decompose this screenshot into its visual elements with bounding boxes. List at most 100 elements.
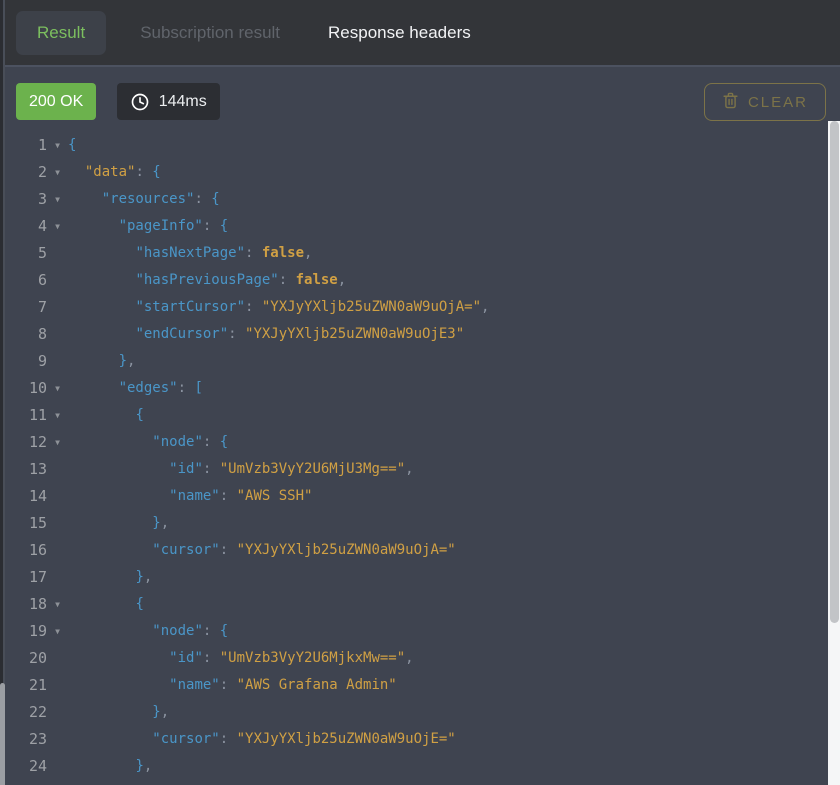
fold-chevron-down-icon[interactable]: ▼ <box>47 186 68 213</box>
code-text: "id": "UmVzb3VyY2U6MjU3Mg==", <box>68 456 840 483</box>
code-line: 16 "cursor": "YXJyYXljb25uZWN0aW9uOjA=" <box>0 537 840 564</box>
code-line: 2▼ "data": { <box>0 159 840 186</box>
code-text: }, <box>68 753 840 780</box>
code-line: 1▼{ <box>0 132 840 159</box>
line-number: 20 <box>0 645 47 672</box>
fold-gutter-empty <box>47 645 68 672</box>
fold-chevron-down-icon[interactable]: ▼ <box>47 402 68 429</box>
code-text: "pageInfo": { <box>68 213 840 240</box>
code-line: 3▼ "resources": { <box>0 186 840 213</box>
fold-gutter-empty <box>47 267 68 294</box>
code-line: 9 }, <box>0 348 840 375</box>
line-number: 19 <box>0 618 47 645</box>
code-text: "name": "AWS Grafana Admin" <box>68 672 840 699</box>
code-line: 13 "id": "UmVzb3VyY2U6MjU3Mg==", <box>0 456 840 483</box>
line-number: 15 <box>0 510 47 537</box>
line-number: 7 <box>0 294 47 321</box>
line-number: 2 <box>0 159 47 186</box>
code-text: }, <box>68 348 840 375</box>
code-text: "name": "AWS SSH" <box>68 483 840 510</box>
code-line: 7 "startCursor": "YXJyYXljb25uZWN0aW9uOj… <box>0 294 840 321</box>
fold-gutter-empty <box>47 348 68 375</box>
fold-gutter-empty <box>47 510 68 537</box>
code-line: 14 "name": "AWS SSH" <box>0 483 840 510</box>
tab-result[interactable]: Result <box>16 11 106 55</box>
status-bar: 200 OK 144ms CLEAR <box>0 67 840 125</box>
code-text: "edges": [ <box>68 375 840 402</box>
code-line: 10▼ "edges": [ <box>0 375 840 402</box>
code-text: "endCursor": "YXJyYXljb25uZWN0aW9uOjE3" <box>68 321 840 348</box>
code-line: 4▼ "pageInfo": { <box>0 213 840 240</box>
line-number: 4 <box>0 213 47 240</box>
fold-gutter-empty <box>47 699 68 726</box>
fold-chevron-down-icon[interactable]: ▼ <box>47 429 68 456</box>
line-number: 16 <box>0 537 47 564</box>
line-number: 13 <box>0 456 47 483</box>
code-text: }, <box>68 510 840 537</box>
clear-button[interactable]: CLEAR <box>704 83 826 121</box>
code-text: "hasPreviousPage": false, <box>68 267 840 294</box>
fold-gutter-empty <box>47 240 68 267</box>
line-number: 10 <box>0 375 47 402</box>
code-line: 5 "hasNextPage": false, <box>0 240 840 267</box>
fold-gutter-empty <box>47 672 68 699</box>
response-time-badge: 144ms <box>117 83 220 120</box>
code-line: 11▼ { <box>0 402 840 429</box>
line-number: 24 <box>0 753 47 780</box>
fold-gutter-empty <box>47 483 68 510</box>
code-text: "hasNextPage": false, <box>68 240 840 267</box>
status-badge: 200 OK <box>16 83 96 120</box>
line-number: 22 <box>0 699 47 726</box>
code-line: 8 "endCursor": "YXJyYXljb25uZWN0aW9uOjE3… <box>0 321 840 348</box>
line-number: 11 <box>0 402 47 429</box>
fold-gutter-empty <box>47 564 68 591</box>
result-editor[interactable]: 1▼{2▼ "data": {3▼ "resources": {4▼ "page… <box>0 125 840 780</box>
code-text: "startCursor": "YXJyYXljb25uZWN0aW9uOjA=… <box>68 294 840 321</box>
code-text: { <box>68 132 840 159</box>
code-line: 15 }, <box>0 510 840 537</box>
line-number: 17 <box>0 564 47 591</box>
code-text: "data": { <box>68 159 840 186</box>
code-line: 22 }, <box>0 699 840 726</box>
line-number: 8 <box>0 321 47 348</box>
line-number: 21 <box>0 672 47 699</box>
code-line: 20 "id": "UmVzb3VyY2U6MjkxMw==", <box>0 645 840 672</box>
tab-response-headers[interactable]: Response headers <box>328 23 471 43</box>
code-line: 23 "cursor": "YXJyYXljb25uZWN0aW9uOjE=" <box>0 726 840 753</box>
code-line: 12▼ "node": { <box>0 429 840 456</box>
line-number: 6 <box>0 267 47 294</box>
line-number: 18 <box>0 591 47 618</box>
fold-chevron-down-icon[interactable]: ▼ <box>47 591 68 618</box>
pane-divider-line <box>3 0 5 785</box>
trash-icon <box>722 91 739 114</box>
fold-gutter-empty <box>47 321 68 348</box>
code-text: { <box>68 402 840 429</box>
fold-gutter-empty <box>47 294 68 321</box>
code-text: }, <box>68 699 840 726</box>
fold-chevron-down-icon[interactable]: ▼ <box>47 159 68 186</box>
result-tabbar: Result Subscription result Response head… <box>0 0 840 67</box>
code-line: 21 "name": "AWS Grafana Admin" <box>0 672 840 699</box>
line-number: 12 <box>0 429 47 456</box>
tab-subscription-result[interactable]: Subscription result <box>140 23 280 43</box>
line-number: 1 <box>0 132 47 159</box>
fold-chevron-down-icon[interactable]: ▼ <box>47 375 68 402</box>
code-text: "node": { <box>68 618 840 645</box>
code-line: 19▼ "node": { <box>0 618 840 645</box>
result-scrollbar-thumb[interactable] <box>830 121 839 623</box>
fold-chevron-down-icon[interactable]: ▼ <box>47 132 68 159</box>
clear-button-label: CLEAR <box>748 94 808 111</box>
left-pane-scrollbar-thumb[interactable] <box>0 683 5 785</box>
fold-chevron-down-icon[interactable]: ▼ <box>47 618 68 645</box>
code-text: "node": { <box>68 429 840 456</box>
fold-chevron-down-icon[interactable]: ▼ <box>47 213 68 240</box>
result-scrollbar-track[interactable] <box>828 121 840 785</box>
fold-gutter-empty <box>47 456 68 483</box>
line-number: 3 <box>0 186 47 213</box>
code-line: 6 "hasPreviousPage": false, <box>0 267 840 294</box>
code-text: }, <box>68 564 840 591</box>
clock-icon <box>130 92 150 112</box>
fold-gutter-empty <box>47 753 68 780</box>
line-number: 5 <box>0 240 47 267</box>
code-text: "cursor": "YXJyYXljb25uZWN0aW9uOjE=" <box>68 726 840 753</box>
